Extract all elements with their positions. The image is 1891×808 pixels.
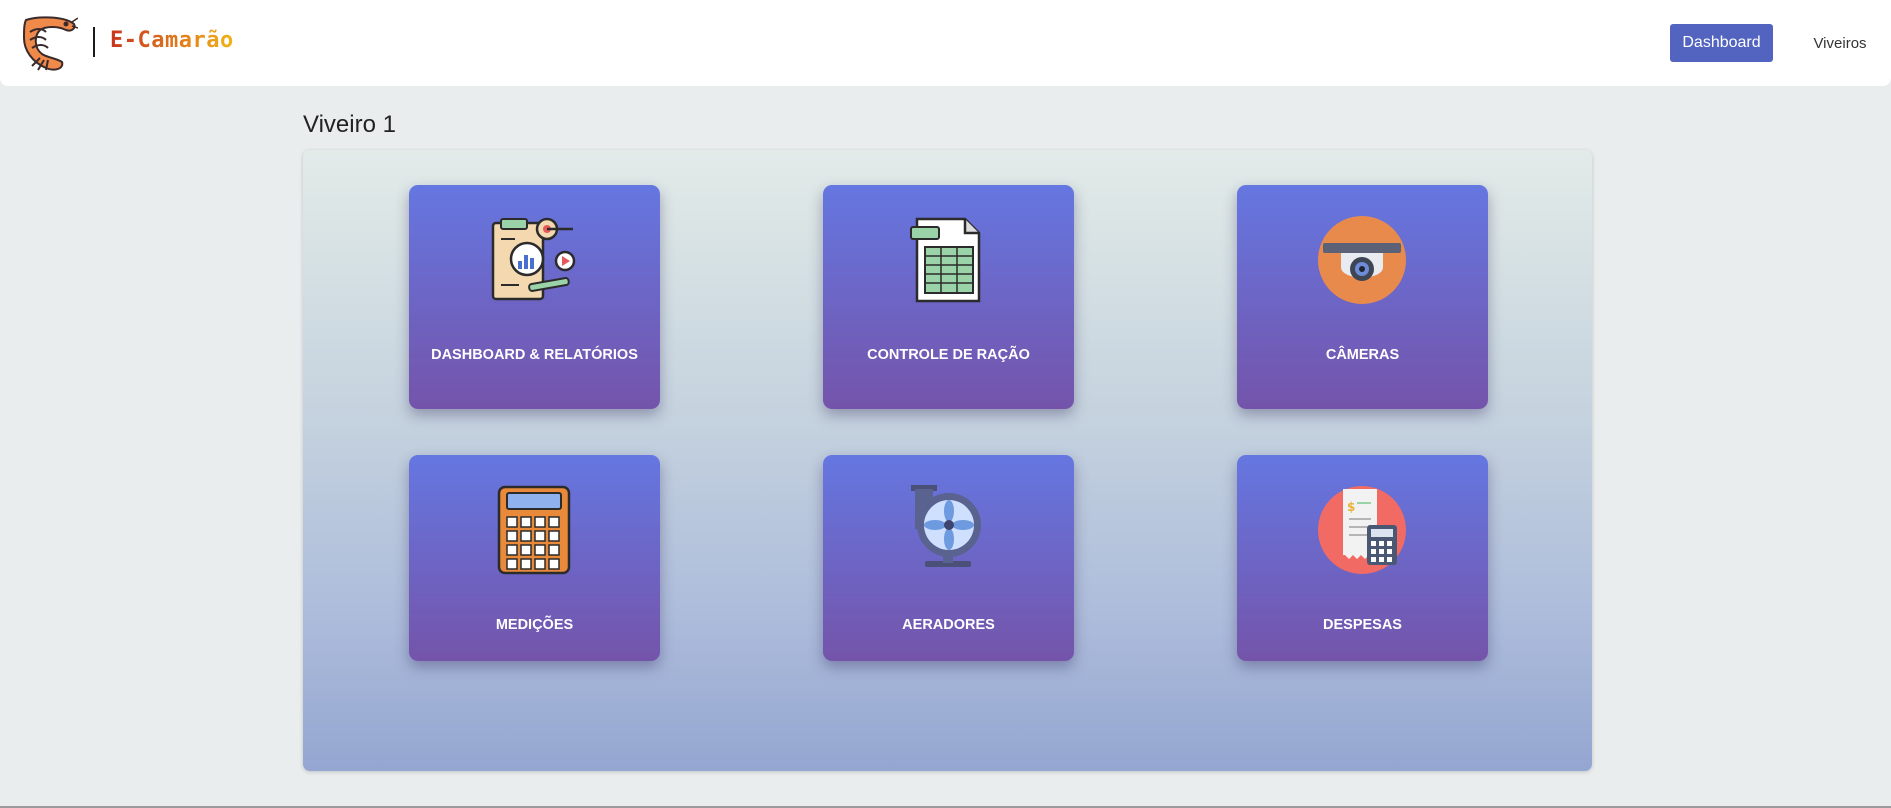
shrimp-icon[interactable] <box>16 14 78 72</box>
calculator-icon <box>497 485 571 575</box>
card-label: DESPESAS <box>1323 617 1402 633</box>
brand-name[interactable]: E-Camarão <box>110 28 234 53</box>
card-aeradores[interactable]: AERADORES <box>823 455 1074 661</box>
card-label: CÂMERAS <box>1325 347 1400 363</box>
card-cameras[interactable]: CÂMERAS <box>1237 185 1488 409</box>
nav-dashboard-button[interactable]: Dashboard <box>1670 24 1773 62</box>
card-label: DASHBOARD & RELATÓRIOS <box>431 347 638 363</box>
svg-text:$: $ <box>1347 500 1355 514</box>
nav-viveiros-link[interactable]: Viveiros <box>1800 24 1880 62</box>
spreadsheet-icon <box>910 217 981 303</box>
card-label: AERADORES <box>902 617 995 633</box>
security-camera-icon <box>1318 216 1406 304</box>
fan-aerator-icon <box>911 485 981 567</box>
card-medicoes[interactable]: MEDIÇÕES <box>409 455 660 661</box>
report-analytics-icon <box>491 217 576 301</box>
receipt-calculator-icon: $ <box>1318 486 1406 574</box>
page-title: Viveiro 1 <box>303 111 396 138</box>
card-controle-racao[interactable]: CONTROLE DE RAÇÃO <box>823 185 1074 409</box>
card-label: MEDIÇÕES <box>495 617 574 633</box>
card-dashboard-relatorios[interactable]: DASHBOARD & RELATÓRIOS <box>409 185 660 409</box>
card-despesas[interactable]: $ DESPESAS <box>1237 455 1488 661</box>
top-navbar: E-Camarão Dashboard Viveiros <box>0 0 1891 86</box>
brand-divider <box>93 27 95 57</box>
card-label: CONTROLE DE RAÇÃO <box>867 347 1030 363</box>
